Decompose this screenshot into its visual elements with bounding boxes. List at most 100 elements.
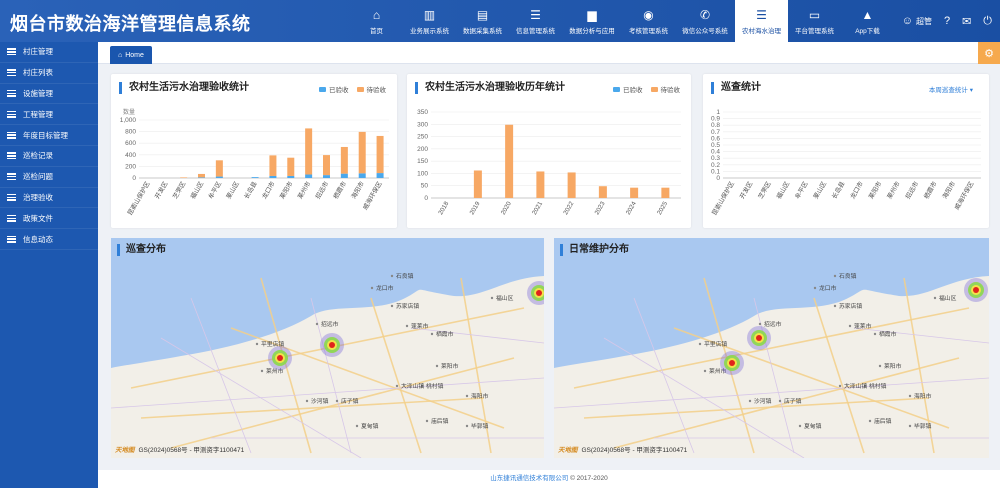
y-tick-label: 350 bbox=[417, 109, 428, 116]
tab-home[interactable]: ⌂ Home bbox=[110, 46, 152, 64]
heat-point[interactable] bbox=[720, 351, 744, 375]
bar-accepted[interactable] bbox=[358, 173, 366, 178]
menu-icon bbox=[7, 48, 16, 56]
bar-pending[interactable] bbox=[180, 177, 188, 178]
place-marker bbox=[798, 424, 802, 428]
x-tick-label: 2021 bbox=[531, 200, 544, 216]
bar-pending[interactable] bbox=[567, 172, 576, 198]
x-tick-label: 招远市 bbox=[903, 180, 920, 201]
place-marker bbox=[260, 369, 264, 373]
y-tick-label: 800 bbox=[125, 129, 136, 136]
bar-pending[interactable] bbox=[630, 187, 639, 198]
bar-pending[interactable] bbox=[661, 187, 670, 198]
sidebar-item-9[interactable]: 信息动态 bbox=[0, 229, 98, 250]
sidebar-item-4[interactable]: 年度目标管理 bbox=[0, 125, 98, 146]
sidebar-item-8[interactable]: 政策文件 bbox=[0, 208, 98, 230]
x-tick-label: 长岛县 bbox=[829, 180, 846, 201]
place-label: 龙口市 bbox=[376, 284, 394, 292]
bar-pending[interactable] bbox=[269, 155, 277, 176]
nav-item-4[interactable]: ▆ 数据分析与应用 bbox=[562, 0, 622, 42]
nav-item-7[interactable]: ☰ 农村海水治理 bbox=[735, 0, 788, 42]
place-marker bbox=[908, 424, 912, 428]
x-tick-label: 昆嵛山保护区 bbox=[709, 180, 736, 217]
heat-point[interactable] bbox=[320, 333, 344, 357]
user-name: 超管 bbox=[915, 16, 932, 26]
map-canvas[interactable]: 龙口市石良镇苏家店镇蓬莱市栖霞市招远市莱阳市海阳市平里店镇莱州市福山区桃村镇大泽… bbox=[111, 238, 544, 458]
sidebar-item-2[interactable]: 设施管理 bbox=[0, 84, 98, 105]
sidebar-item-label: 年度目标管理 bbox=[23, 130, 68, 140]
user-menu[interactable]: ☺ 超管 bbox=[902, 15, 932, 27]
nav-item-9[interactable]: ▲ App下载 bbox=[841, 0, 894, 42]
footer-company[interactable]: 山东捷讯通信技术有限公司 bbox=[490, 475, 568, 482]
bar-pending[interactable] bbox=[598, 186, 607, 198]
nav-item-5[interactable]: ◉ 考核管理系统 bbox=[622, 0, 675, 42]
place-marker bbox=[390, 274, 394, 278]
yearly-acceptance-card: 农村生活污水治理验收历年统计 已验收 待验收 0 50 100 150 200 250 30… bbox=[407, 74, 691, 228]
place-marker bbox=[335, 399, 339, 403]
nav-item-8[interactable]: ▭ 平台管理系统 bbox=[788, 0, 841, 42]
nav-item-1[interactable]: ▥ 业务展示系统 bbox=[403, 0, 456, 42]
bar-pending[interactable] bbox=[473, 170, 482, 198]
x-tick-label: 昆嵛山保护区 bbox=[125, 180, 152, 217]
sidebar-item-6[interactable]: 巡检问题 bbox=[0, 167, 98, 188]
bar-pending[interactable] bbox=[215, 160, 223, 177]
y-tick-label: 400 bbox=[125, 152, 136, 159]
place-label: 招远市 bbox=[321, 320, 339, 328]
place-label: 庙后镇 bbox=[431, 417, 449, 425]
bar-pending[interactable] bbox=[536, 171, 545, 198]
y-tick-label: 0.7 bbox=[711, 129, 720, 136]
sidebar-item-1[interactable]: 村庄列表 bbox=[0, 63, 98, 84]
bar-accepted[interactable] bbox=[376, 173, 384, 178]
logout-icon[interactable]: ⏻ bbox=[983, 15, 992, 28]
bar-accepted[interactable] bbox=[340, 173, 348, 178]
footer-copyright: © 2017-2020 bbox=[570, 475, 608, 482]
help-icon[interactable]: ? bbox=[944, 15, 950, 27]
place-marker bbox=[430, 332, 434, 336]
nav-item-3[interactable]: ☰ 信息管理系统 bbox=[509, 0, 562, 42]
bar-pending[interactable] bbox=[198, 173, 205, 178]
sidebar-item-label: 政策文件 bbox=[23, 213, 53, 223]
sidebar-item-5[interactable]: 巡检记录 bbox=[0, 146, 98, 167]
top-bar: 烟台市数治海洋管理信息系统 ⌂ 首页 ▥ 业务展示系统 ▤ 数据采集系统 ☰ 信息管理系统 ▆ 数… bbox=[0, 0, 1000, 42]
place-label: 店子镇 bbox=[341, 397, 359, 405]
bar-accepted[interactable] bbox=[215, 176, 223, 178]
bar-accepted[interactable] bbox=[323, 175, 330, 178]
bar-pending[interactable] bbox=[340, 146, 348, 174]
place-label: 店子镇 bbox=[784, 397, 802, 405]
bar-pending[interactable] bbox=[505, 124, 514, 198]
menu-icon bbox=[7, 69, 16, 77]
sidebar-item-3[interactable]: 工程管理 bbox=[0, 104, 98, 126]
bar-pending[interactable] bbox=[305, 128, 313, 175]
x-tick-label: 龙口市 bbox=[259, 180, 276, 201]
sidebar-item-7[interactable]: 治理验收 bbox=[0, 188, 98, 209]
inspection-bar-chart: 00.10.20.30.40.50.60.70.80.91 昆嵛山保护区 开发区 芝罘… bbox=[709, 109, 981, 217]
heat-point[interactable] bbox=[964, 278, 988, 302]
bar-accepted[interactable] bbox=[287, 175, 295, 178]
x-tick-label: 莱阳市 bbox=[277, 180, 294, 201]
maintenance-distribution-map[interactable]: 日常维护分布 龙口市 石良镇 苏家店镇 蓬莱市 栖霞市 招远市 莱阳市 海阳市 平里店镇 莱州市福… bbox=[554, 238, 989, 458]
nav-icon: ☰ bbox=[530, 7, 541, 22]
nav-item-0[interactable]: ⌂ 首页 bbox=[350, 0, 403, 42]
bar-accepted[interactable] bbox=[305, 174, 313, 178]
menu-icon bbox=[7, 173, 16, 181]
y-tick-label: 200 bbox=[125, 163, 136, 170]
bar-pending[interactable] bbox=[358, 131, 366, 174]
bar-accepted[interactable] bbox=[198, 177, 205, 178]
settings-gear-button[interactable]: ⚙ bbox=[978, 42, 1000, 64]
message-icon[interactable]: ✉ bbox=[962, 15, 971, 28]
bar-accepted[interactable] bbox=[269, 175, 277, 178]
map-canvas[interactable]: 龙口市石良镇苏家店镇蓬莱市栖霞市招远市莱阳市海阳市平里店镇莱州市福山区桃村镇大泽… bbox=[554, 238, 989, 458]
bar-pending[interactable] bbox=[323, 155, 330, 176]
y-tick-label: 600 bbox=[125, 140, 136, 147]
nav-item-6[interactable]: ✆ 微信公众号系统 bbox=[675, 0, 735, 42]
bar-accepted[interactable] bbox=[251, 177, 259, 178]
inspection-stats-card: 巡查统计 本周巡查统计 ▾ 0 0.1 0.2 0.3 0.4 0.5 0.6 0.7 0.8 0… bbox=[703, 74, 989, 228]
nav-label: App下载 bbox=[855, 27, 880, 35]
heat-point[interactable] bbox=[747, 326, 771, 350]
bar-pending[interactable] bbox=[287, 157, 295, 176]
nav-item-2[interactable]: ▤ 数据采集系统 bbox=[456, 0, 509, 42]
inspection-distribution-map[interactable]: 巡查分布 龙口市 石良镇 苏家店镇 蓬莱市 栖霞市 招远市 莱阳市 海阳市 平里店镇 莱州市 福山区… bbox=[111, 238, 544, 458]
heat-point[interactable] bbox=[268, 346, 292, 370]
sidebar-item-0[interactable]: 村庄管理 bbox=[0, 42, 98, 63]
bar-pending[interactable] bbox=[376, 135, 384, 174]
